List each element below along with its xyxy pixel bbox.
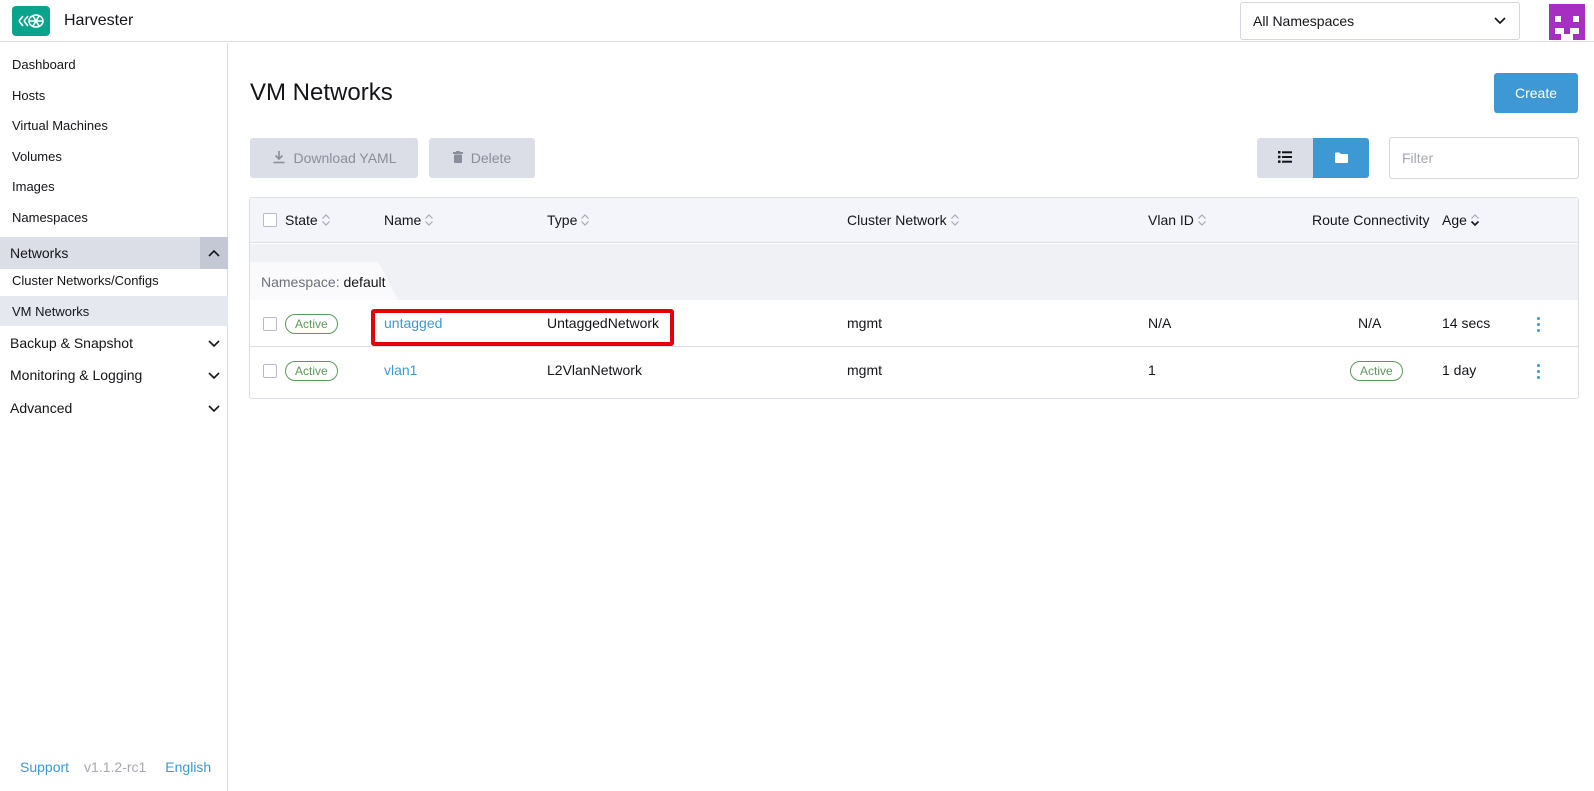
sidebar-item-hosts[interactable]: Hosts [0,80,228,110]
column-header-label: Cluster Network [847,212,947,228]
sidebar-group-label: Backup & Snapshot [10,335,133,351]
row-checkbox[interactable] [263,364,277,378]
sidebar-item-label: Namespaces [12,209,88,225]
sidebar-item-label: Images [12,178,55,194]
chevron-down-icon [208,400,220,416]
column-header-route-connectivity[interactable]: Route Connectivity [1312,212,1430,228]
top-header: Harvester All Namespaces [0,0,1594,42]
download-yaml-button[interactable]: Download YAML [250,138,418,178]
trash-icon [452,150,463,166]
cluster-network: mgmt [847,315,882,331]
group-prefix: Namespace: [261,274,340,290]
vlan-id: N/A [1148,315,1172,331]
namespace-group-label: Namespace: default [261,274,386,290]
download-yaml-label: Download YAML [293,150,397,166]
namespace-select-value: All Namespaces [1253,13,1355,29]
namespace-group-header: Namespace: default [250,244,1578,300]
list-icon [1278,150,1292,166]
chevron-down-icon [1493,14,1507,28]
chevron-down-icon [208,367,220,383]
column-header-type[interactable]: Type [547,212,590,228]
network-type: UntaggedNetwork [547,315,660,331]
page-title: VM Networks [250,79,393,106]
sidebar-item-dashboard[interactable]: Dashboard [0,49,228,79]
sidebar-item-vm-networks[interactable]: VM Networks [0,296,228,326]
version-label: v1.1.2-rc1 [84,759,147,775]
create-button[interactable]: Create [1494,73,1578,113]
chevron-down-icon [208,335,220,351]
sidebar-group-label: Networks [10,245,69,261]
folder-icon [1334,150,1348,166]
column-header-name[interactable]: Name [384,212,434,228]
column-header-label: State [285,212,318,228]
row-actions-icon[interactable] [1534,361,1542,381]
sidebar-item-label: Virtual Machines [12,117,108,133]
network-name-link[interactable]: untagged [384,315,442,331]
sidebar-item-label: VM Networks [12,303,90,319]
user-avatar-icon[interactable] [1549,4,1585,40]
cluster-network: mgmt [847,362,882,378]
vm-networks-table: State Name Type Cluster Network Vlan ID … [249,197,1579,399]
sidebar-footer: Support v1.1.2-rc1 English [0,755,228,779]
sidebar-group-label: Advanced [10,400,73,416]
sort-descending-icon [1470,213,1480,227]
sidebar-item-label: Hosts [12,87,46,103]
age: 1 day [1442,362,1477,378]
sidebar-item-volumes[interactable]: Volumes [0,141,228,171]
network-name-link[interactable]: vlan1 [384,362,417,378]
sort-icon [580,213,590,227]
group-view-toggle[interactable] [1313,138,1369,178]
column-header-cluster-network[interactable]: Cluster Network [847,212,960,228]
sidebar: Dashboard Hosts Virtual Machines Volumes… [0,43,228,791]
sidebar-item-label: Cluster Networks/Configs [12,272,159,288]
column-header-label: Route Connectivity [1312,212,1430,228]
sidebar-item-cluster-networks[interactable]: Cluster Networks/Configs [0,265,228,295]
row-actions-icon[interactable] [1534,314,1542,334]
route-connectivity-badge: Active [1350,361,1403,381]
route-connectivity: N/A [1358,315,1382,331]
sort-icon [950,213,960,227]
sidebar-item-label: Dashboard [12,56,76,72]
vlan-id: 1 [1148,362,1156,378]
harvester-logo-icon[interactable] [12,6,50,36]
sort-icon [424,213,434,227]
column-header-vlan-id[interactable]: Vlan ID [1148,212,1207,228]
column-header-state[interactable]: State [285,212,331,228]
age: 14 secs [1442,315,1491,331]
language-link[interactable]: English [165,759,211,775]
sidebar-item-virtual-machines[interactable]: Virtual Machines [0,110,228,140]
sort-icon [321,213,331,227]
network-type: L2VlanNetwork [547,362,642,378]
state-badge: Active [285,314,338,334]
sidebar-item-namespaces[interactable]: Namespaces [0,202,228,232]
table-header: State Name Type Cluster Network Vlan ID … [250,198,1578,243]
sidebar-group-monitoring-logging[interactable]: Monitoring & Logging [0,359,228,391]
group-value: default [343,274,386,290]
row-checkbox[interactable] [263,317,277,331]
sidebar-group-advanced[interactable]: Advanced [0,392,228,424]
sidebar-item-images[interactable]: Images [0,171,228,201]
download-icon [272,150,286,167]
namespace-select[interactable]: All Namespaces [1240,2,1520,40]
filter-input[interactable] [1389,137,1579,179]
column-header-label: Vlan ID [1148,212,1194,228]
sidebar-group-label: Monitoring & Logging [10,367,143,383]
table-row: Active vlan1 L2VlanNetwork mgmt 1 Active… [250,347,1578,394]
app-title: Harvester [64,12,134,29]
support-link[interactable]: Support [20,759,69,775]
column-header-label: Age [1442,212,1467,228]
select-all-checkbox[interactable] [263,213,277,227]
column-header-age[interactable]: Age [1442,212,1480,228]
sidebar-item-label: Volumes [12,148,62,164]
sort-icon [1197,213,1207,227]
delete-button[interactable]: Delete [429,138,535,178]
column-header-label: Type [547,212,578,228]
delete-label: Delete [470,150,512,166]
state-badge: Active [285,361,338,381]
list-view-toggle[interactable] [1257,138,1313,178]
table-row: Active untagged UntaggedNetwork mgmt N/A… [250,300,1578,347]
column-header-label: Name [384,212,422,228]
view-toggle [1257,138,1369,178]
sidebar-group-backup-snapshot[interactable]: Backup & Snapshot [0,327,228,359]
